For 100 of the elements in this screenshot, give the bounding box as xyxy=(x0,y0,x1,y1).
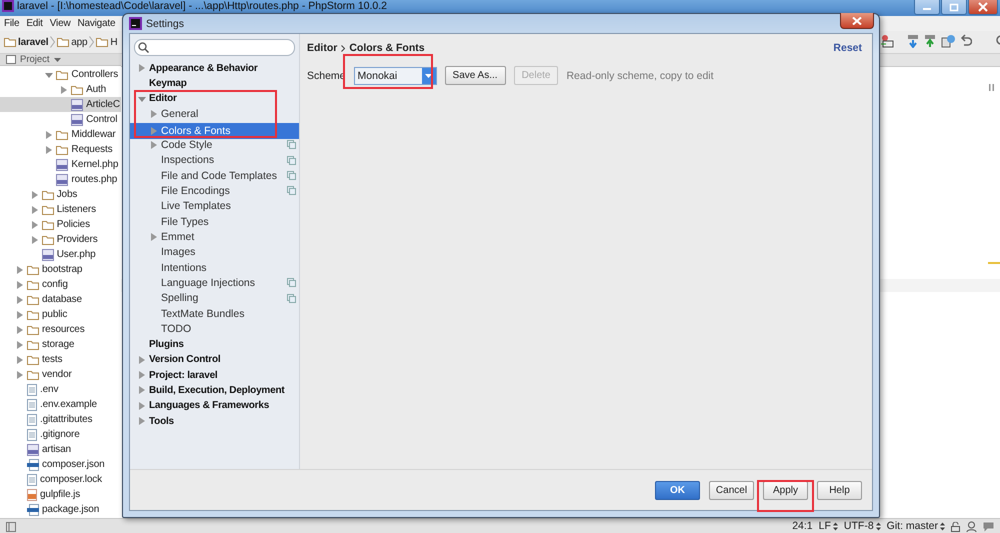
tree-row[interactable]: config xyxy=(0,277,121,292)
collapsed-arrow-icon[interactable] xyxy=(16,266,24,274)
sync-icon[interactable] xyxy=(880,34,894,48)
minimize-icon[interactable] xyxy=(914,0,940,15)
collapsed-arrow-icon[interactable] xyxy=(138,402,146,410)
collapsed-arrow-icon[interactable] xyxy=(150,232,158,241)
tool-window-title[interactable]: Project xyxy=(20,54,50,65)
collapsed-arrow-icon[interactable] xyxy=(16,356,24,364)
person-icon[interactable] xyxy=(966,521,977,532)
message-icon[interactable] xyxy=(983,522,994,532)
tree-row[interactable]: Listeners xyxy=(0,202,121,217)
settings-tree-item[interactable]: Spelling xyxy=(130,292,299,304)
tree-row[interactable]: composer.lock xyxy=(0,472,121,487)
collapsed-arrow-icon[interactable] xyxy=(16,310,24,318)
layout-icon[interactable] xyxy=(6,522,16,532)
tree-row[interactable]: .env.example xyxy=(0,397,121,412)
collapsed-arrow-icon[interactable] xyxy=(150,140,158,149)
menu-item[interactable]: File xyxy=(4,18,20,29)
settings-tree-item[interactable]: Language Injections xyxy=(130,276,299,290)
tree-row[interactable]: database xyxy=(0,292,121,307)
save-as-button[interactable]: Save As... xyxy=(444,66,506,85)
tree-row[interactable]: storage xyxy=(0,337,121,352)
settings-tree-item[interactable]: Emmet xyxy=(130,230,299,244)
tree-row[interactable]: Requests xyxy=(0,142,121,157)
collapsed-arrow-icon[interactable] xyxy=(16,280,24,288)
undo-icon[interactable] xyxy=(960,34,972,48)
expanded-arrow-icon[interactable] xyxy=(45,70,54,78)
settings-tree-item[interactable]: Inspections xyxy=(130,154,299,166)
settings-tree-item[interactable]: Version Control xyxy=(130,354,299,366)
settings-tree-item[interactable]: Code Style xyxy=(130,138,299,152)
settings-tree-item[interactable]: Tools xyxy=(130,414,299,428)
collapsed-arrow-icon[interactable] xyxy=(16,326,24,334)
caret-position[interactable]: 24:1 xyxy=(792,520,813,532)
collapsed-arrow-icon[interactable] xyxy=(60,86,68,94)
reset-link[interactable]: Reset xyxy=(833,42,864,54)
settings-tree-item[interactable]: Build, Execution, Deployment xyxy=(130,384,299,397)
settings-tree-item[interactable]: File Encodings xyxy=(130,184,299,198)
breadcrumb-item[interactable]: H xyxy=(110,36,118,48)
dropdown-caret-icon[interactable] xyxy=(54,58,61,62)
scheme-dropdown[interactable]: Monokai xyxy=(354,66,437,84)
collapsed-arrow-icon[interactable] xyxy=(30,190,39,198)
settings-tree-item[interactable]: Live Templates xyxy=(130,200,299,212)
tree-row[interactable]: Middlewar xyxy=(0,127,121,142)
breadcrumb-item[interactable]: laravel xyxy=(18,36,48,48)
collapsed-arrow-icon[interactable] xyxy=(150,110,158,118)
collapsed-arrow-icon[interactable] xyxy=(16,296,24,304)
menu-item[interactable]: View xyxy=(50,18,70,29)
expanded-arrow-icon[interactable] xyxy=(138,94,146,103)
file-encoding[interactable]: UTF-8 xyxy=(844,520,874,532)
settings-tree-item[interactable]: Plugins xyxy=(130,338,299,351)
tree-row[interactable]: artisan xyxy=(0,442,121,457)
collapsed-arrow-icon[interactable] xyxy=(138,417,146,426)
collapsed-arrow-icon[interactable] xyxy=(138,371,146,380)
settings-tree-item[interactable]: TextMate Bundles xyxy=(130,308,299,320)
vcs-update-icon[interactable] xyxy=(907,34,919,48)
collapsed-arrow-icon[interactable] xyxy=(30,220,39,228)
settings-tree-item[interactable]: Editor xyxy=(130,92,299,106)
tree-row[interactable]: public xyxy=(0,307,121,322)
collapsed-arrow-icon[interactable] xyxy=(16,340,24,348)
tree-row[interactable]: Controllers xyxy=(0,67,121,82)
collapsed-arrow-icon[interactable] xyxy=(30,206,39,214)
tree-row[interactable]: Auth xyxy=(0,82,121,97)
cancel-button[interactable]: Cancel xyxy=(709,480,754,500)
line-separator[interactable]: LF xyxy=(818,520,831,532)
tree-row[interactable]: vendor xyxy=(0,367,121,382)
settings-tree-item[interactable]: TODO xyxy=(130,322,299,336)
settings-tree-item[interactable]: File Types xyxy=(130,215,299,228)
tree-row[interactable]: ArticleC xyxy=(0,97,121,112)
breadcrumb-item[interactable]: app xyxy=(71,36,88,48)
tree-row[interactable]: .gitattributes xyxy=(0,412,121,427)
settings-tree-item[interactable]: Images xyxy=(130,246,299,258)
tree-row[interactable]: gulpfile.js xyxy=(0,487,121,502)
tree-row[interactable]: Providers xyxy=(0,232,121,247)
tree-row[interactable]: User.php xyxy=(0,247,121,262)
tree-row[interactable]: routes.php xyxy=(0,172,121,187)
close-icon[interactable] xyxy=(968,0,998,15)
tree-row[interactable]: package.json xyxy=(0,502,121,517)
settings-tree-item[interactable]: General xyxy=(130,108,299,120)
tree-row[interactable]: tests xyxy=(0,352,121,367)
collapsed-arrow-icon[interactable] xyxy=(150,127,158,136)
lock-icon[interactable] xyxy=(951,522,960,532)
tree-row[interactable]: Jobs xyxy=(0,187,121,202)
tree-row[interactable]: resources xyxy=(0,322,121,337)
help-button[interactable]: Help xyxy=(817,480,862,500)
vcs-commit-icon[interactable] xyxy=(924,34,936,48)
collapsed-arrow-icon[interactable] xyxy=(138,386,146,394)
ok-button[interactable]: OK xyxy=(655,480,700,500)
collapsed-arrow-icon[interactable] xyxy=(45,130,54,138)
tree-row[interactable]: Policies xyxy=(0,217,121,232)
tree-row[interactable]: Control xyxy=(0,112,121,127)
settings-tree-item[interactable]: Intentions xyxy=(130,261,299,274)
close-button[interactable] xyxy=(840,13,874,29)
collapsed-arrow-icon[interactable] xyxy=(45,146,54,154)
menu-item[interactable]: Navigate xyxy=(77,18,116,29)
collapsed-arrow-icon[interactable] xyxy=(30,236,39,244)
settings-tree-item[interactable]: File and Code Templates xyxy=(130,169,299,182)
vcs-branch[interactable]: Git: master xyxy=(886,520,938,532)
settings-tree-item[interactable]: Languages & Frameworks xyxy=(130,400,299,412)
tree-row[interactable]: composer.json xyxy=(0,457,121,472)
settings-tree-item[interactable]: Keymap xyxy=(130,77,299,90)
